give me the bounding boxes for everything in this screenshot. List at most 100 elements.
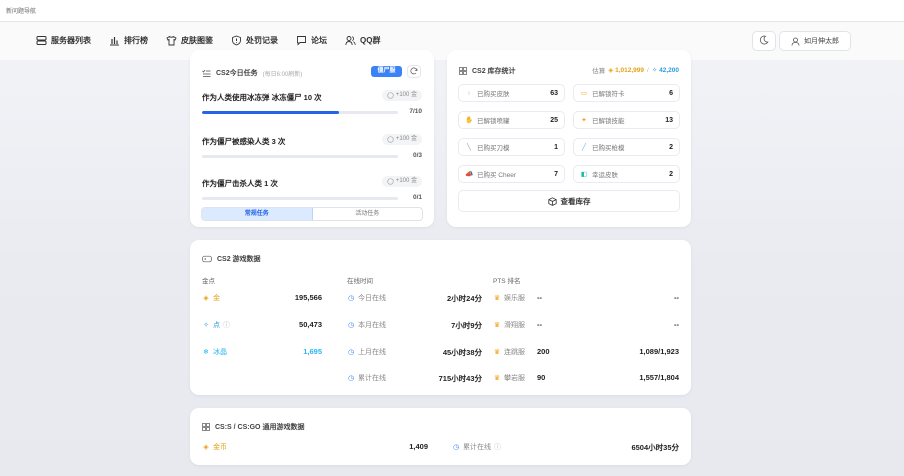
inventory-item-cards[interactable]: ▭ 已解锁符卡 6 [573,84,680,102]
user-name: 如月伸太郎 [804,38,839,45]
point-value: ✧ 42,200 [652,66,679,74]
tab-event-tasks[interactable]: 活动任务 [313,208,423,220]
nav-skin-catalog[interactable]: 皮肤图鉴 [166,35,213,46]
pts-row: ♛ 连跳服 [493,347,525,357]
mode-badge[interactable]: 僵尸服 [371,66,402,77]
task-reward: +100 金 [381,90,422,101]
pts-rank: 90 [537,373,546,382]
inventory-item-value: 2 [669,143,673,151]
gold-row: ◈ 金 [202,293,220,303]
task-name: 作为人类使用冰冻弹 冰冻僵尸 10 次 [202,93,322,102]
inventory-item-value: 7 [554,170,558,178]
chat-icon [296,35,307,46]
coin-icon [387,92,394,99]
nav-leaderboard[interactable]: 排行榜 [109,35,148,46]
online-value: 715小时43分 [438,374,482,383]
inventory-item-skills[interactable]: ✦ 已解锁技能 13 [573,111,680,129]
coin-label: 金币 [213,444,227,451]
bar-chart-icon [109,35,120,46]
clock-icon: ◷ [452,444,460,451]
point-diamond-icon: ✧ [651,67,658,74]
inventory-item-value: 1 [554,143,558,151]
inventory-item-lucky[interactable]: ◧ 幸运皮肤 2 [573,165,680,183]
task-reward: +100 金 [381,176,422,187]
gold-label: 金 [213,295,220,302]
coin-icon [387,178,394,185]
task-reward-text: +100 金 [395,136,417,142]
pts-row: ♛ 攀岩服 [493,373,525,383]
pts-label: 娱乐服 [504,295,525,302]
coin-value: 1,409 [409,442,428,451]
online-value: 2小时24分 [446,294,482,303]
lucky-icon: ◧ [580,171,588,178]
trophy-icon: ♛ [493,375,501,382]
theme-toggle-button[interactable] [752,31,776,51]
nav-forum-label: 论坛 [311,36,327,45]
ice-crystal-label: 冰晶 [213,349,227,356]
gold-value: ◈ 1,012,999 [608,66,644,74]
cheer-icon: 📣 [464,171,474,178]
task-reward-text: +100 金 [395,92,417,98]
grid-icon [202,423,210,431]
inventory-card: CS2 库存统计 估算 ◈ 1,012,999 / ✧ 42,200 ↑ 已购买… [447,50,691,227]
online-row: ◷ 今日在线 [347,293,386,303]
csgo-data-title: CS:S / CS:GO 通用游戏数据 [202,422,304,432]
column-online-time: 在线时间 [347,278,373,285]
ice-crystal-icon: ❄ [203,349,209,356]
csgo-online-value: 6504小时35分 [631,443,679,452]
trophy-icon: ♛ [493,322,501,329]
inventory-title: CS2 库存统计 [459,66,516,76]
tab-regular-tasks[interactable]: 常规任务 [202,208,313,220]
online-value: 45小时38分 [442,348,482,357]
valuation-label: 估算 [592,68,606,75]
daily-tasks-subtitle: (每日6:00刷新) [262,71,303,78]
point-value: 50,473 [299,320,322,329]
inventory-item-label: 幸运皮肤 [592,172,618,179]
skill-icon: ✦ [581,117,587,124]
skin-icon: ↑ [467,89,471,97]
gold-value-text: 1,012,999 [615,67,645,74]
nav-forum[interactable]: 论坛 [296,35,327,46]
view-inventory-button[interactable]: 查看库存 [458,190,680,212]
knife-icon: ╲ [467,144,471,151]
moon-icon [759,35,769,47]
nav-punishments[interactable]: 处罚记录 [231,35,278,46]
inventory-item-label: 已解锁技能 [592,118,625,125]
column-gold-points: 金点 [202,278,215,285]
game-data-title-text: CS2 游戏数据 [217,256,261,263]
nav-server-list[interactable]: 服务器列表 [36,35,91,46]
inventory-item-cheer[interactable]: 📣 已购买 Cheer 7 [458,165,565,183]
grid-icon [459,67,467,75]
daily-tasks-card: CS2今日任务 (每日6:00刷新) 僵尸服 作为人类使用冰冻弹 冰冻僵尸 10… [190,50,434,227]
refresh-icon [410,67,418,77]
csgo-data-title-text: CS:S / CS:GO 通用游戏数据 [215,424,305,431]
nav-qq-group-label: QQ群 [360,36,381,45]
clock-icon: ◷ [347,295,355,302]
pts-label: 攀岩服 [504,375,525,382]
inventory-valuation: 估算 ◈ 1,012,999 / ✧ 42,200 [592,65,679,76]
gold-coin-icon: ◈ [203,444,209,451]
inventory-item-knives[interactable]: ╲ 已购买刀模 1 [458,138,565,156]
online-value: 7小时9分 [451,321,482,330]
user-icon [791,37,800,46]
inventory-item-skins[interactable]: ↑ 已购买皮肤 63 [458,84,565,102]
inventory-item-value: 6 [669,89,673,97]
trophy-icon: ♛ [493,295,501,302]
daily-tasks-title-text: CS2今日任务 [216,70,258,77]
nav-qq-group[interactable]: QQ群 [345,35,380,46]
inventory-item-label: 已购买枪模 [592,145,625,152]
online-row: ◷ 累计在线 [347,373,386,383]
info-icon[interactable]: ⓘ [494,442,501,452]
inventory-item-value: 13 [665,116,673,124]
inventory-item-sprays[interactable]: ✋ 已解锁喷罐 25 [458,111,565,129]
inventory-item-guns[interactable]: ╱ 已购买枪模 2 [573,138,680,156]
info-icon[interactable]: ⓘ [223,320,230,330]
user-menu-button[interactable]: 如月伸太郎 [779,31,851,51]
ice-crystal-row: ❄ 冰晶 [202,347,227,357]
inventory-item-label: 已购买皮肤 [477,91,510,98]
pts-score: 1,089/1,923 [639,347,679,356]
users-icon [345,35,356,46]
online-row: ◷ 上月在线 [347,347,386,357]
refresh-button[interactable] [407,65,421,78]
nav-punishments-label: 处罚记录 [246,36,278,45]
